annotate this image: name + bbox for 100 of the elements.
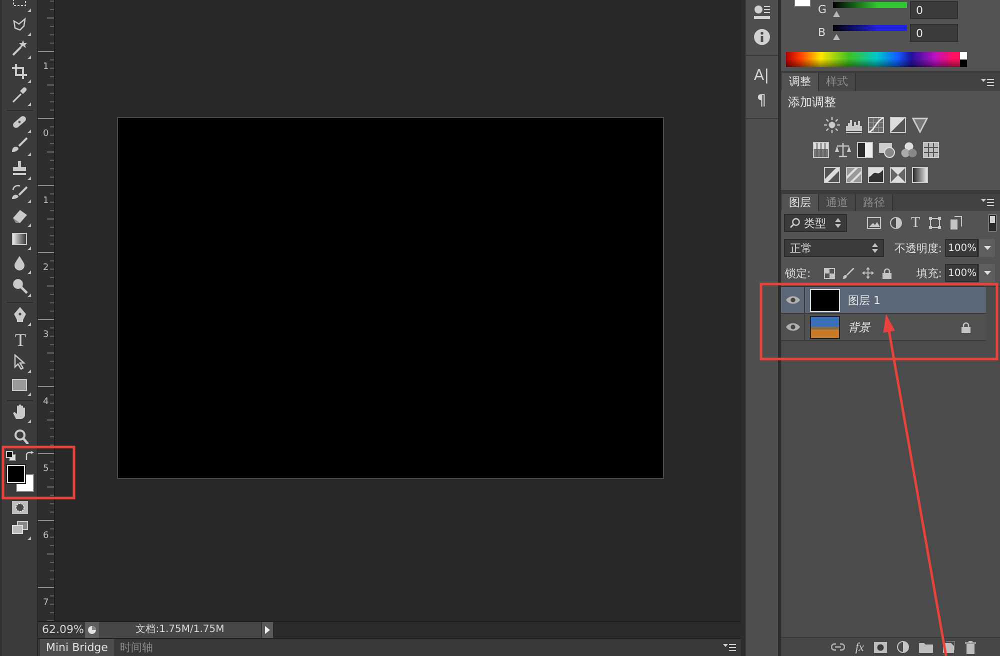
eyedropper-icon[interactable] (12, 87, 31, 106)
search-icon (790, 218, 800, 228)
half-circle-icon[interactable] (890, 217, 902, 229)
color-slider-track[interactable] (833, 2, 907, 18)
paragraph-panel-button[interactable]: ¶ (756, 92, 766, 108)
document-stack-icon[interactable] (950, 216, 962, 230)
lock-icon[interactable] (882, 268, 892, 278)
dropdown-button[interactable] (978, 264, 995, 282)
eye-icon[interactable] (786, 322, 800, 332)
hand-icon[interactable] (12, 404, 31, 423)
sun-icon[interactable] (824, 117, 840, 133)
layer-row[interactable]: 图层 1 (781, 287, 986, 314)
curve-graph-icon[interactable] (868, 117, 884, 133)
drop-icon[interactable] (12, 254, 31, 274)
dropdown-button[interactable] (978, 239, 995, 257)
filter-dropdown[interactable]: 类型 (784, 214, 847, 232)
panel-tab[interactable]: 图层 (782, 194, 819, 211)
bandage-icon[interactable] (12, 114, 31, 133)
magnifier-icon[interactable] (14, 429, 29, 444)
pen-nib-icon[interactable] (12, 306, 31, 326)
zoom-field[interactable]: 62.09% (38, 622, 85, 638)
value-field[interactable]: 0 (910, 0, 958, 18)
slider-thumb[interactable] (833, 11, 840, 17)
character-panel-button[interactable]: A| (754, 67, 770, 83)
opacity-field[interactable]: 100% (945, 239, 978, 257)
hourglass-square-icon[interactable] (890, 167, 906, 183)
scales-icon[interactable] (834, 142, 850, 158)
link-icon[interactable] (831, 643, 846, 651)
fill-field[interactable]: 100% (945, 264, 978, 282)
color-swatch[interactable] (795, 0, 810, 6)
ruler-label: 7 (43, 598, 49, 608)
arrow-cursor-icon[interactable] (12, 354, 31, 373)
layer-row[interactable]: 背景 (781, 314, 986, 341)
striped-bars-icon[interactable] (812, 142, 828, 158)
panel-tab[interactable]: Mini Bridge (40, 639, 114, 656)
gradient-square-icon[interactable] (912, 167, 928, 183)
brush-icon[interactable] (842, 268, 854, 278)
type-filter-button[interactable]: T (911, 216, 920, 230)
sphere-list-icon[interactable] (754, 5, 770, 19)
half-circle-icon[interactable] (897, 641, 909, 653)
three-circles-icon[interactable] (900, 142, 916, 158)
lasso-icon[interactable] (12, 16, 31, 36)
color-spectrum[interactable] (786, 52, 967, 67)
lock-label: 锁定: (785, 266, 811, 280)
eye-icon[interactable] (786, 295, 800, 305)
ruler-label: 1 (43, 62, 49, 72)
stacked-frames-icon[interactable] (12, 520, 31, 540)
histogram-icon[interactable] (846, 117, 862, 133)
ruler-label: 1 (43, 196, 49, 206)
type-tool[interactable]: T (15, 330, 26, 349)
diagonal-square-icon[interactable] (890, 117, 906, 133)
ruler-label: 5 (43, 464, 49, 474)
panel-heading: 添加调整 (788, 95, 836, 109)
opacity-label: 不透明度: (894, 242, 942, 254)
folder-icon[interactable] (919, 642, 933, 652)
rectangle-icon[interactable] (12, 377, 31, 396)
color-slider-track[interactable] (833, 25, 907, 41)
swap-arrow-icon[interactable] (24, 451, 34, 460)
invert-square-icon[interactable] (824, 167, 840, 183)
panel-tab[interactable]: 时间轴 (114, 639, 159, 656)
panel-tab[interactable]: 调整 (782, 73, 819, 91)
brush-arc-icon[interactable] (12, 184, 31, 204)
crop-icon[interactable] (12, 64, 31, 83)
info-icon[interactable] (754, 29, 770, 45)
eraser-icon[interactable] (12, 208, 31, 227)
layer-thumbnail (810, 288, 840, 312)
panel-menu-icon[interactable] (723, 643, 736, 652)
move-arrows-icon[interactable] (862, 267, 874, 279)
lollipop-icon[interactable] (12, 278, 31, 298)
checker-icon[interactable] (824, 268, 835, 278)
slider-thumb[interactable] (833, 34, 840, 40)
image-icon[interactable] (867, 217, 881, 229)
blend-mode-dropdown[interactable]: 正常 (784, 239, 884, 257)
brush-icon[interactable] (12, 137, 31, 156)
fill-label: 填充: (916, 266, 942, 280)
corner-handles-icon[interactable] (929, 217, 942, 229)
mini-swatches-icon[interactable] (6, 450, 16, 460)
panel-menu-icon[interactable] (981, 198, 994, 207)
status-menu-button[interactable] (261, 622, 273, 638)
camera-icon[interactable] (878, 142, 894, 158)
circle-status-icon[interactable] (85, 622, 99, 638)
effects-button[interactable]: fx (855, 640, 864, 654)
panel-menu-icon[interactable] (981, 78, 994, 86)
striped-square-icon[interactable] (846, 167, 862, 183)
foreground-color-swatch[interactable] (6, 464, 24, 482)
updown-caret-icon (835, 218, 841, 228)
page-icon[interactable] (943, 641, 955, 653)
layer-name: 背景 (848, 320, 870, 334)
magic-wand-icon[interactable] (12, 40, 31, 60)
triangle-icon[interactable] (912, 117, 928, 133)
wave-square-icon[interactable] (868, 167, 884, 183)
photo-thumbnail (810, 316, 840, 338)
toggle-switch[interactable] (988, 214, 997, 232)
gradient-icon[interactable] (12, 231, 31, 250)
stamp-icon[interactable] (12, 160, 31, 180)
trash-icon[interactable] (965, 640, 976, 654)
value-field[interactable]: 0 (910, 24, 958, 42)
half-square-icon[interactable] (856, 142, 872, 158)
mask-icon[interactable] (874, 642, 887, 652)
grid-icon[interactable] (922, 142, 938, 158)
